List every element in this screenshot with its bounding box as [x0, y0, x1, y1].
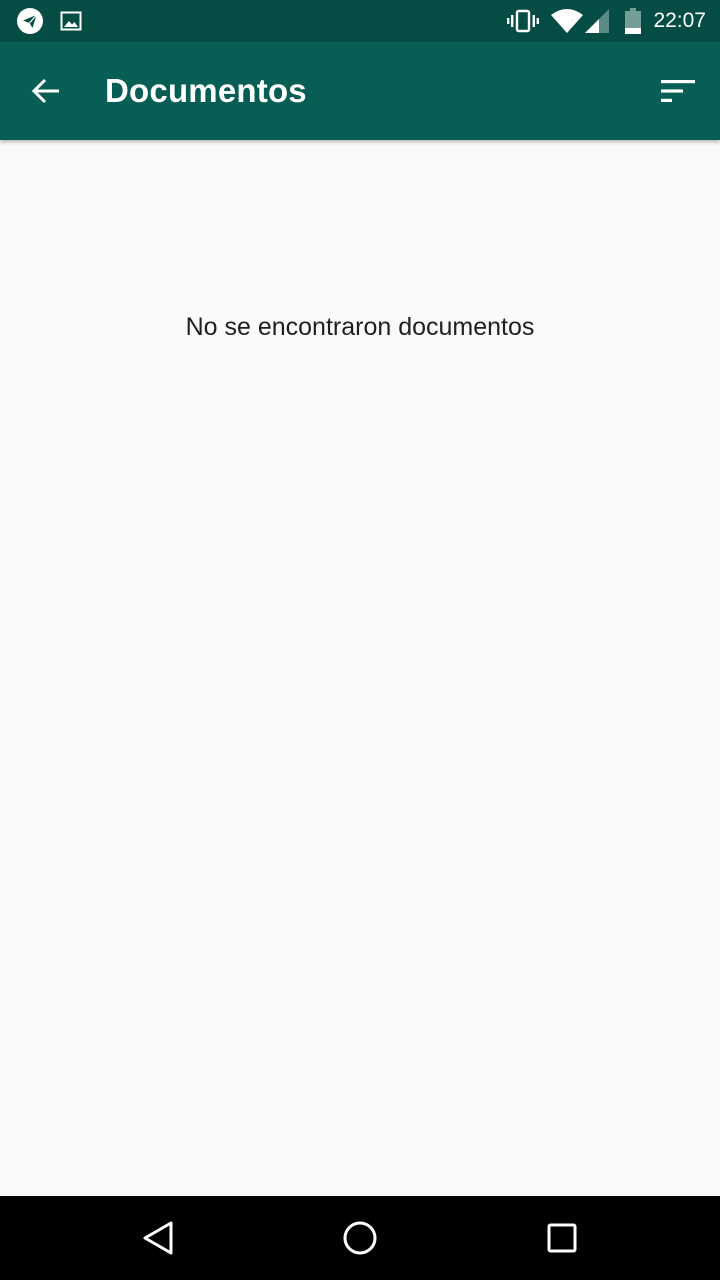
- vibrate-icon: [507, 9, 540, 33]
- sort-button[interactable]: [654, 67, 702, 115]
- sort-icon: [661, 79, 695, 103]
- arrow-back-icon: [30, 75, 62, 107]
- recents-square-icon: [546, 1222, 578, 1254]
- image-icon: [60, 10, 82, 32]
- page-title: Documentos: [105, 72, 307, 109]
- nav-recents-button[interactable]: [532, 1208, 592, 1268]
- status-bar: 22:07: [0, 0, 720, 42]
- signal-icon: [585, 9, 610, 33]
- telegram-icon: [16, 7, 44, 35]
- back-triangle-icon: [141, 1220, 175, 1256]
- status-right-icons: 22:07: [495, 5, 706, 37]
- nav-home-button[interactable]: [330, 1208, 390, 1268]
- battery-icon: [625, 8, 642, 34]
- empty-state-message: No se encontraron documentos: [185, 313, 535, 341]
- home-circle-icon: [342, 1220, 378, 1256]
- documents-list-area: No se encontraron documentos: [0, 140, 720, 1196]
- navigation-bar: [0, 1196, 720, 1280]
- back-button[interactable]: [22, 67, 70, 115]
- status-time: 22:07: [653, 9, 706, 32]
- wifi-icon: [551, 9, 584, 33]
- status-left-icons: [16, 7, 98, 35]
- app-bar: Documentos: [0, 42, 720, 140]
- nav-back-button[interactable]: [128, 1208, 188, 1268]
